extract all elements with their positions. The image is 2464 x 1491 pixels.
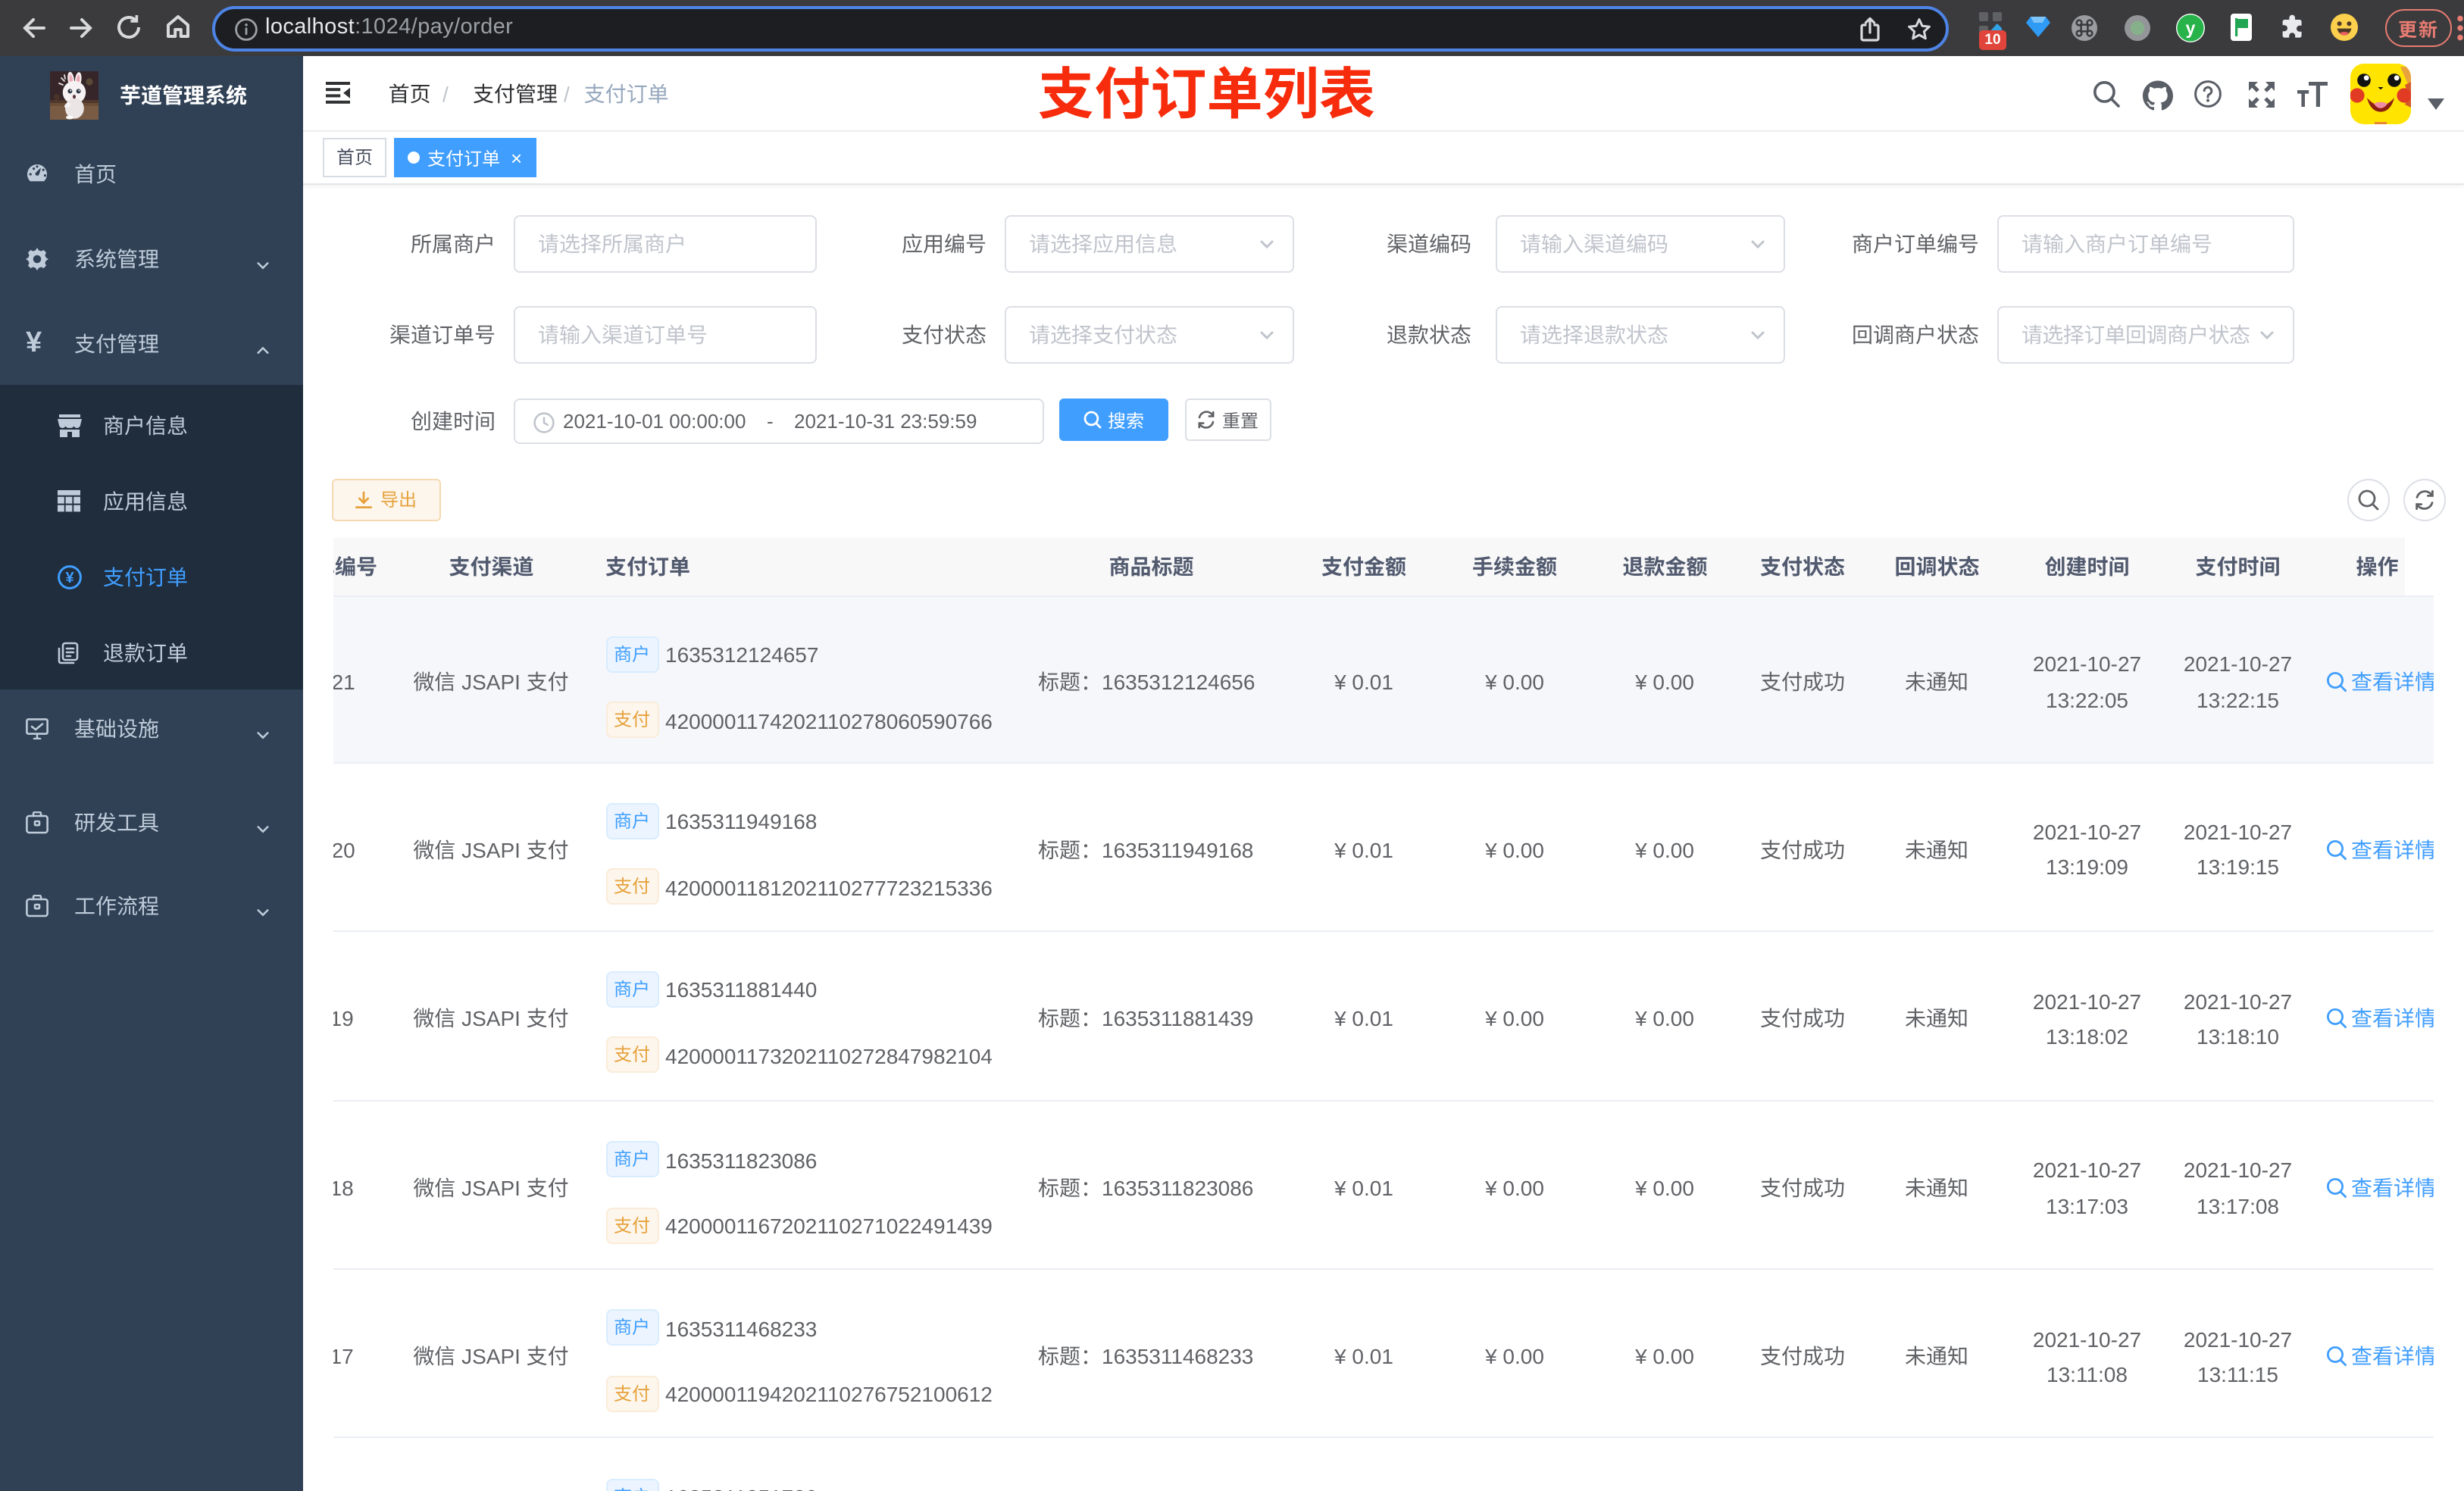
svg-text:y: y <box>2186 18 2196 38</box>
svg-text:¥: ¥ <box>65 569 74 586</box>
